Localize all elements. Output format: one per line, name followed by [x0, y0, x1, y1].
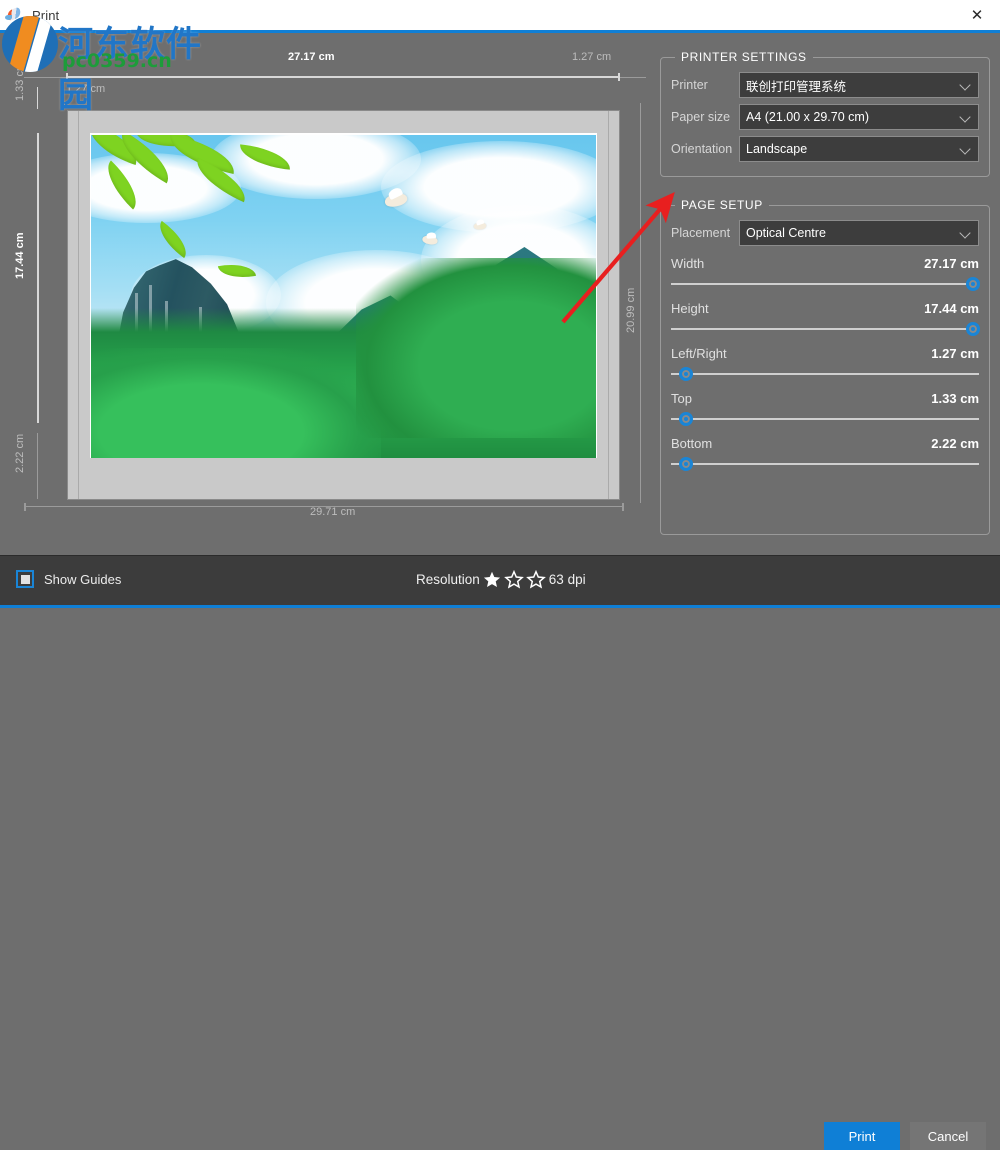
chevron-down-icon [960, 143, 972, 155]
ruler-left-bar [37, 133, 39, 423]
close-icon[interactable]: ✕ [954, 0, 1000, 30]
slider-width-value: 27.17 cm [924, 256, 979, 271]
show-guides-label: Show Guides [44, 572, 121, 587]
slider-bottom-label: Bottom [671, 436, 931, 451]
resolution-dpi: 63 dpi [549, 572, 586, 587]
paper-size-row: Paper size A4 (21.00 x 29.70 cm) [671, 104, 979, 130]
bottom-bar: Show Guides Resolution 63 dpi Print Canc… [0, 555, 1000, 608]
photo-frame[interactable] [90, 133, 597, 458]
star-icon [482, 570, 502, 589]
ruler-bottom-label: 29.71 cm [310, 506, 355, 518]
resolution-label: Resolution [416, 572, 480, 587]
slider-width-label: Width [671, 256, 924, 271]
ruler-top-center-label: 27.17 cm [288, 51, 334, 63]
paper-size-select[interactable]: A4 (21.00 x 29.70 cm) [739, 104, 979, 130]
placement-label: Placement [671, 226, 739, 240]
ruler-top-extend-right [620, 77, 646, 78]
slider-bottom: Bottom 2.22 cm [671, 436, 979, 471]
slider-left-right-track[interactable] [671, 367, 979, 381]
cancel-button[interactable]: Cancel [910, 1122, 986, 1150]
slider-height-track[interactable] [671, 322, 979, 336]
ruler-right-label: 20.99 cm [625, 288, 637, 333]
printer-value: 联创打印管理系统 [746, 76, 960, 95]
orientation-select[interactable]: Landscape [739, 136, 979, 162]
ruler-right-bar [640, 103, 641, 503]
slider-left-right-value: 1.27 cm [931, 346, 979, 361]
star-icon [504, 570, 524, 589]
slider-top-handle[interactable] [679, 412, 693, 426]
ruler-top-extend-left [24, 77, 66, 78]
paper-sheet[interactable] [67, 110, 620, 500]
star-icon [526, 570, 546, 589]
slider-bottom-track[interactable] [671, 457, 979, 471]
slider-bottom-value: 2.22 cm [931, 436, 979, 451]
chevron-down-icon [960, 227, 972, 239]
slider-left-right-handle[interactable] [679, 367, 693, 381]
paper-size-label: Paper size [671, 110, 739, 124]
printer-settings-title: PRINTER SETTINGS [675, 50, 813, 64]
ruler-left-bottom-label: 2.22 cm [14, 434, 26, 473]
ruler-left-top-label: 1.33 cm [14, 62, 26, 101]
resolution-indicator: Resolution 63 dpi [416, 570, 586, 589]
ruler-left-seg [37, 87, 38, 109]
printer-select[interactable]: 联创打印管理系统 [739, 72, 979, 98]
print-preview-area[interactable]: 1.27 cm 27.17 cm 1.27 cm 1.33 cm 17.44 c… [0, 33, 650, 555]
placement-row: Placement Optical Centre [671, 220, 979, 246]
slider-width: Width 27.17 cm [671, 256, 979, 291]
slider-top: Top 1.33 cm [671, 391, 979, 426]
printer-label: Printer [671, 78, 739, 92]
printer-settings-group: PRINTER SETTINGS Printer 联创打印管理系统 Paper … [660, 57, 990, 177]
placement-value: Optical Centre [746, 226, 960, 240]
slider-top-label: Top [671, 391, 931, 406]
window-title: Print [32, 8, 59, 23]
slider-height: Height 17.44 cm [671, 301, 979, 336]
ruler-top-right-label: 1.27 cm [572, 51, 611, 63]
slider-top-track[interactable] [671, 412, 979, 426]
slider-width-handle[interactable] [966, 277, 980, 291]
settings-panel: PRINTER SETTINGS Printer 联创打印管理系统 Paper … [650, 33, 1000, 555]
ruler-top-left-label: 1.27 cm [66, 83, 105, 95]
checkbox-icon[interactable] [16, 570, 34, 588]
slider-left-right: Left/Right 1.27 cm [671, 346, 979, 381]
ruler-left-center-label: 17.44 cm [14, 233, 26, 279]
printer-row: Printer 联创打印管理系统 [671, 72, 979, 98]
slider-top-value: 1.33 cm [931, 391, 979, 406]
paper-size-value: A4 (21.00 x 29.70 cm) [746, 110, 960, 124]
slider-height-handle[interactable] [966, 322, 980, 336]
chevron-down-icon [960, 111, 972, 123]
title-bar: Print ✕ [0, 0, 1000, 30]
print-button[interactable]: Print [824, 1122, 900, 1150]
show-guides-checkbox[interactable]: Show Guides [16, 570, 121, 588]
orientation-label: Orientation [671, 142, 739, 156]
slider-height-label: Height [671, 301, 924, 316]
slider-width-track[interactable] [671, 277, 979, 291]
placement-select[interactable]: Optical Centre [739, 220, 979, 246]
chevron-down-icon [960, 79, 972, 91]
slider-bottom-handle[interactable] [679, 457, 693, 471]
slider-height-value: 17.44 cm [924, 301, 979, 316]
orientation-value: Landscape [746, 142, 960, 156]
ruler-tick [24, 503, 26, 511]
page-setup-group: PAGE SETUP Placement Optical Centre Widt… [660, 205, 990, 535]
page-setup-title: PAGE SETUP [675, 198, 769, 212]
orientation-row: Orientation Landscape [671, 136, 979, 162]
slider-left-right-label: Left/Right [671, 346, 931, 361]
ruler-tick [622, 503, 624, 511]
ruler-top-bar [66, 76, 620, 78]
rocket-icon [5, 6, 25, 24]
photo-preview [91, 135, 596, 458]
ruler-left-seg [37, 433, 38, 499]
